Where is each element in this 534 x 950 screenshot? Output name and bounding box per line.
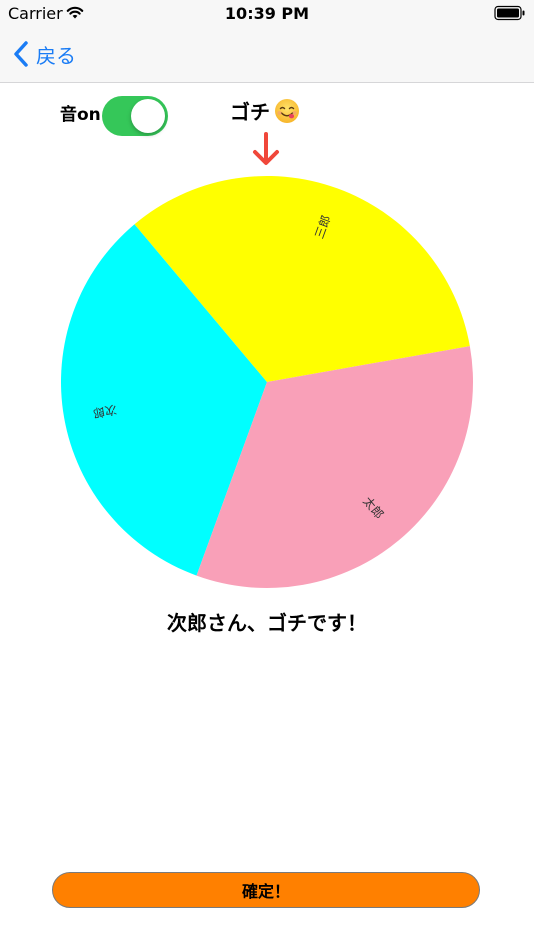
confirm-button[interactable]: 確定！ bbox=[52, 872, 480, 908]
sound-toggle[interactable] bbox=[102, 96, 168, 136]
result-message: 次郎さん、ゴチです！ bbox=[167, 611, 367, 635]
page-title-text: ゴチ bbox=[230, 100, 270, 124]
clock: 10:39 PM bbox=[224, 4, 310, 23]
back-button-label: 戻る bbox=[36, 43, 76, 68]
sound-toggle-label: 音on bbox=[60, 105, 101, 125]
navigation-bar: 戻る bbox=[0, 28, 534, 83]
battery-icon bbox=[494, 5, 525, 21]
roulette-wheel[interactable]: 次郎三郎太郎 bbox=[60, 175, 474, 589]
screen: Carrier 10:39 PM 戻る 音on ゴチ 次郎 三郎 太郎 次郎さん… bbox=[0, 0, 534, 950]
confirm-button-label: 確定！ bbox=[241, 882, 290, 901]
toggle-knob bbox=[131, 99, 165, 133]
savoring-food-emoji-icon bbox=[275, 98, 299, 123]
page-title: ゴチ bbox=[230, 96, 300, 125]
pointer-arrow-icon bbox=[253, 132, 279, 165]
status-bar: Carrier 10:39 PM bbox=[0, 0, 534, 28]
back-button[interactable]: 戻る bbox=[12, 38, 76, 70]
chevron-left-icon bbox=[14, 41, 28, 67]
